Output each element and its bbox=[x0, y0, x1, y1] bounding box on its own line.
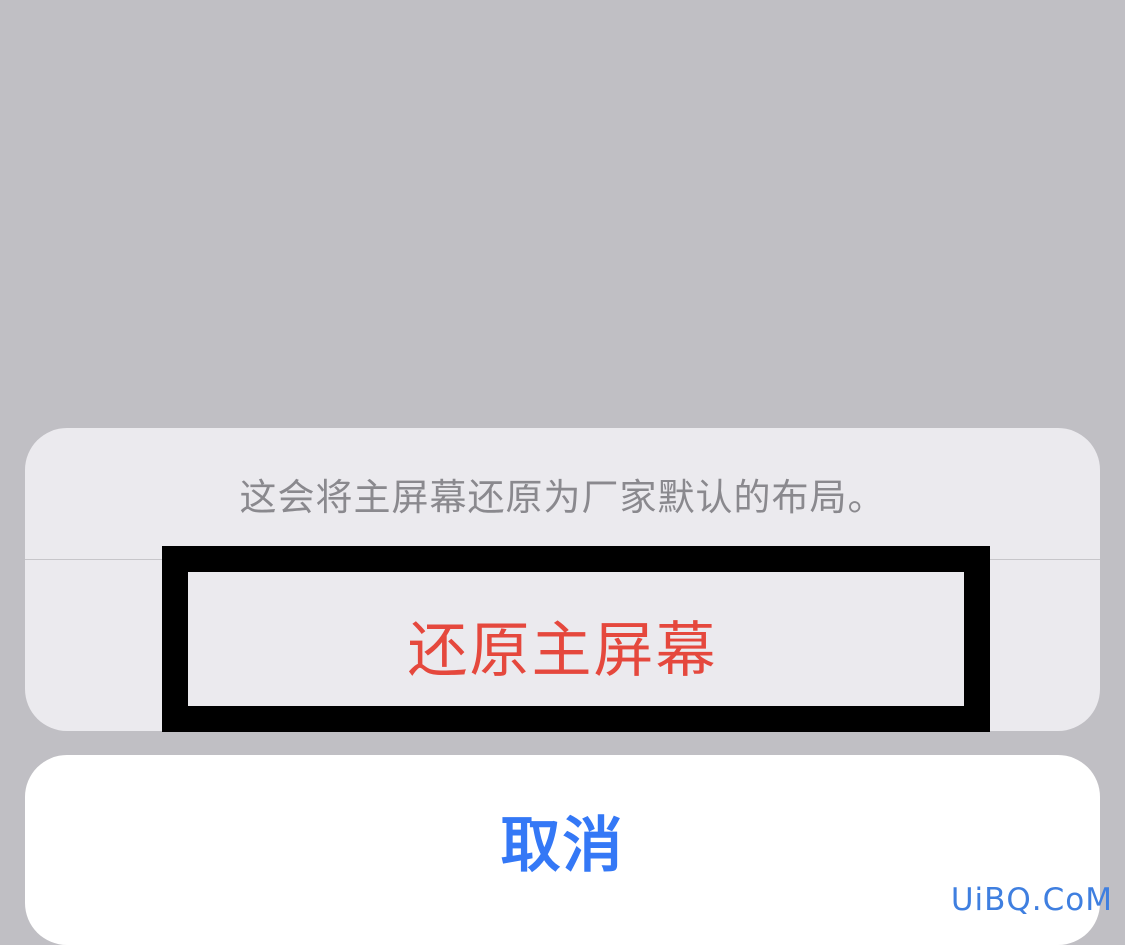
action-sheet: 这会将主屏幕还原为厂家默认的布局。 还原主屏幕 bbox=[25, 428, 1100, 731]
action-sheet-message: 这会将主屏幕还原为厂家默认的布局。 bbox=[239, 475, 886, 519]
watermark: UiBQ.CoM bbox=[950, 882, 1113, 918]
cancel-button[interactable]: 取消 bbox=[25, 755, 1100, 926]
reset-home-screen-button[interactable]: 还原主屏幕 bbox=[25, 560, 1100, 731]
cancel-card: 取消 bbox=[25, 755, 1100, 945]
